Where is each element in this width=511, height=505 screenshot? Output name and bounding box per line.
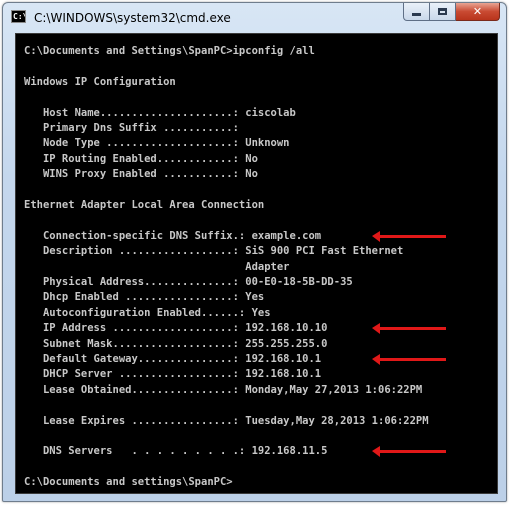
console-line: C:\Documents and Settings\SpanPC>ipconfi…	[24, 45, 315, 57]
red-arrow-annotation	[372, 323, 446, 335]
maximize-icon	[438, 8, 447, 15]
console-line: Ethernet Adapter Local Area Connection	[24, 199, 265, 211]
minimize-button[interactable]	[403, 3, 430, 21]
red-arrow-annotation	[372, 446, 446, 458]
console-line: WINS Proxy Enabled ...........: No	[24, 168, 258, 181]
close-icon: ✕	[472, 5, 483, 18]
command-prompt-icon[interactable]: C:\	[11, 10, 26, 23]
cmd-window: C:\ C:\WINDOWS\system32\cmd.exe ✕ C:\Doc…	[2, 2, 507, 502]
console-line: IP Address ...................: 192.168.…	[24, 322, 328, 335]
console-line: C:\Documents and settings\SpanPC>	[24, 476, 233, 489]
minimize-icon	[412, 12, 421, 16]
console-line: Windows IP Configuration	[24, 75, 176, 88]
console-line: Host Name.....................: ciscolab	[24, 106, 296, 119]
red-arrow-annotation	[372, 230, 446, 242]
console-line: Description ..................: SiS 900 …	[24, 245, 404, 258]
console-line: Subnet Mask...................: 255.255.…	[24, 337, 328, 350]
console-line: Physical Address..............: 00-E0-18…	[24, 276, 353, 288]
console-line: Primary Dns Suffix ...........:	[24, 122, 239, 134]
console-line: Lease Obtained................: Monday,M…	[24, 383, 423, 396]
console-line: Default Gateway...............: 192.168.…	[24, 353, 322, 365]
console-output[interactable]: C:\Documents and Settings\SpanPC>ipconfi…	[15, 33, 498, 494]
console-line: DHCP Server ..................: 192.168.…	[24, 368, 322, 381]
console-line: Dhcp Enabled .................: Yes	[24, 291, 265, 304]
close-button[interactable]: ✕	[456, 3, 500, 21]
window-title: C:\WINDOWS\system32\cmd.exe	[34, 11, 231, 25]
maximize-button[interactable]	[430, 3, 456, 21]
console-line: Autoconfiguration Enabled......: Yes	[24, 306, 271, 319]
title-bar[interactable]: C:\ C:\WINDOWS\system32\cmd.exe ✕	[3, 3, 506, 33]
console-line: Node Type ....................: Unknown	[24, 137, 290, 150]
console-line: Connection-specific DNS Suffix.: example…	[24, 229, 322, 242]
console-line: Adapter	[24, 260, 290, 273]
console-line: IP Routing Enabled............: No	[24, 152, 258, 165]
window-controls: ✕	[403, 3, 500, 22]
red-arrow-annotation	[372, 354, 446, 365]
console-line: Lease Expires ................: Tuesday,…	[24, 414, 429, 427]
console-line: DNS Servers . . . . . . . . .: 192.168.1…	[24, 445, 328, 458]
